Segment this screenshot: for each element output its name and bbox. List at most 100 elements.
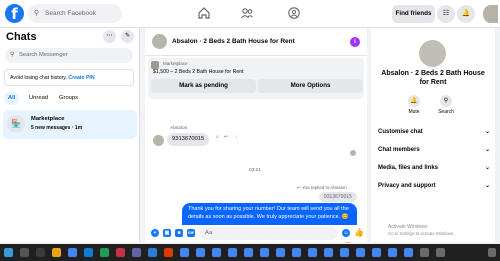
app-icon[interactable] <box>100 248 109 257</box>
conversation-header: Absalon · 2 Beds 2 Bath House for Rent i <box>145 28 367 56</box>
chrome-icon[interactable] <box>340 248 349 257</box>
filter-groups[interactable]: Groups <box>55 92 82 105</box>
more-options-icon[interactable]: ⋯ <box>103 30 116 43</box>
chrome-icon[interactable] <box>196 248 205 257</box>
conversation-title[interactable]: Absalon · 2 Beds 2 Bath House for Rent <box>172 38 295 45</box>
listing-thumbnail[interactable] <box>151 61 159 69</box>
app-icon[interactable] <box>116 248 125 257</box>
chevron-down-icon: ⌄ <box>484 165 490 171</box>
search-messenger-input[interactable]: ⚲ Search Messenger <box>5 48 133 63</box>
system-tray-icon[interactable] <box>420 248 429 257</box>
new-message-icon[interactable]: ✎ <box>121 30 134 43</box>
chrome-icon[interactable] <box>404 248 413 257</box>
message-input[interactable]: Aa <box>200 227 338 240</box>
system-tray-icon[interactable] <box>436 248 445 257</box>
app-icon[interactable] <box>148 248 157 257</box>
create-pin-link[interactable]: Create PIN <box>68 75 94 81</box>
chrome-icon[interactable] <box>292 248 301 257</box>
pin-notice: Avoid losing chat history. Create PIN <box>4 69 134 86</box>
menu-grid-icon[interactable]: ☷ <box>437 5 455 23</box>
conversation-panel: Absalon · 2 Beds 2 Bath House for Rent i… <box>145 28 367 243</box>
chrome-icon[interactable] <box>388 248 397 257</box>
facebook-logo[interactable]: f <box>5 4 24 23</box>
taskbar-search-icon[interactable] <box>20 248 29 257</box>
bell-icon: 🔔 <box>408 95 420 107</box>
replied-message-quote[interactable]: 9313670015 <box>319 192 357 202</box>
section-chat-members[interactable]: Chat members ⌄ <box>378 143 490 157</box>
chat-list-item-marketplace[interactable]: 🏪 Marketplace 5 new messages · 1m <box>3 110 137 139</box>
notification-center-icon[interactable] <box>488 248 496 257</box>
chrome-icon[interactable] <box>68 248 77 257</box>
search-icon: ⚲ <box>34 10 40 17</box>
chat-item-preview: 5 new messages · 1m <box>31 125 83 131</box>
app-icon[interactable] <box>132 248 141 257</box>
pin-notice-text: Avoid losing chat history. <box>10 75 67 81</box>
filter-unread[interactable]: Unread <box>25 92 52 105</box>
notifications-bell-icon[interactable]: 🔔 <box>457 5 475 23</box>
read-receipt-avatar <box>350 150 356 156</box>
mute-label: Mute <box>408 109 420 115</box>
message-composer: + ▣ ■ GIF Aa ☺ 👍 <box>145 225 367 242</box>
chrome-icon[interactable] <box>276 248 285 257</box>
reply-icon[interactable]: ↩ <box>224 135 228 140</box>
chrome-icon[interactable] <box>212 248 221 257</box>
task-view-icon[interactable] <box>36 248 45 257</box>
gif-icon[interactable]: GIF <box>187 229 195 237</box>
mark-as-pending-button[interactable]: Mark as pending <box>151 79 256 93</box>
chats-sidebar: Chats ⋯ ✎ ⚲ Search Messenger Avoid losin… <box>0 28 140 242</box>
reply-indicator: ↩ You replied to Absalon <box>297 185 347 191</box>
mute-button[interactable]: 🔔 Mute <box>402 95 426 115</box>
emoji-icon[interactable]: ☺ <box>342 229 350 237</box>
top-navigation-bar: f ⚲ Search Facebook Find friends ☷ 🔔 <box>0 0 500 28</box>
sender-avatar[interactable] <box>153 135 164 146</box>
listing-price[interactable]: $1,500 – 2 Beds 2 Bath House for Rent <box>153 69 244 75</box>
chats-title: Chats <box>6 31 37 43</box>
chrome-icon[interactable] <box>308 248 317 257</box>
file-explorer-icon[interactable] <box>52 248 61 257</box>
incoming-message[interactable]: 9313670015 <box>167 133 210 146</box>
chrome-icon[interactable] <box>356 248 365 257</box>
edge-icon[interactable] <box>84 248 93 257</box>
search-in-chat-button[interactable]: ⚲ Search <box>434 95 458 115</box>
section-media-files-links[interactable]: Media, files and links ⌄ <box>378 161 490 175</box>
listing-image[interactable] <box>419 40 446 67</box>
info-icon[interactable]: i <box>350 37 360 47</box>
reply-arrow-icon: ↩ <box>297 185 301 190</box>
chrome-icon[interactable] <box>244 248 253 257</box>
react-icon[interactable]: ☺ <box>215 135 220 140</box>
section-privacy-support[interactable]: Privacy and support ⌄ <box>378 179 490 193</box>
section-label: Media, files and links <box>378 165 439 171</box>
search-messenger-placeholder: Search Messenger <box>19 52 68 58</box>
friends-icon[interactable] <box>240 6 254 20</box>
facebook-search-input[interactable]: ⚲ Search Facebook <box>28 4 122 23</box>
marketplace-icon: 🏪 <box>7 115 25 133</box>
section-customise-chat[interactable]: Customise chat ⌄ <box>378 125 490 139</box>
app-icon[interactable] <box>164 248 173 257</box>
details-title: Absalon · 2 Beds 2 Bath House for Rent <box>381 70 485 86</box>
chrome-icon[interactable] <box>228 248 237 257</box>
add-attachment-icon[interactable]: + <box>151 229 159 237</box>
more-icon[interactable]: ⋮ <box>234 135 239 140</box>
sticker-icon[interactable]: ■ <box>175 229 183 237</box>
like-icon[interactable]: 👍 <box>354 229 364 237</box>
chrome-icon[interactable] <box>372 248 381 257</box>
watermark-subtitle: Go to Settings to activate Windows. <box>388 230 455 236</box>
listing-avatar[interactable] <box>152 34 167 49</box>
sender-name: Absalon <box>170 126 188 131</box>
windows-start-icon[interactable] <box>4 248 13 257</box>
chrome-icon[interactable] <box>260 248 269 257</box>
search-icon: ⚲ <box>440 95 452 107</box>
profile-avatar[interactable] <box>483 5 498 23</box>
section-label: Customise chat <box>378 129 423 135</box>
groups-icon[interactable] <box>287 6 301 20</box>
home-icon[interactable] <box>197 6 211 20</box>
photo-icon[interactable]: ▣ <box>163 229 171 237</box>
more-options-button[interactable]: More Options <box>258 79 363 93</box>
chrome-icon[interactable] <box>180 248 189 257</box>
search-label: Search <box>438 109 454 115</box>
search-placeholder: Search Facebook <box>45 10 96 17</box>
filter-all[interactable]: All <box>4 92 20 105</box>
chrome-icon[interactable] <box>324 248 333 257</box>
search-icon: ⚲ <box>10 52 15 58</box>
find-friends-button[interactable]: Find friends <box>392 5 435 23</box>
